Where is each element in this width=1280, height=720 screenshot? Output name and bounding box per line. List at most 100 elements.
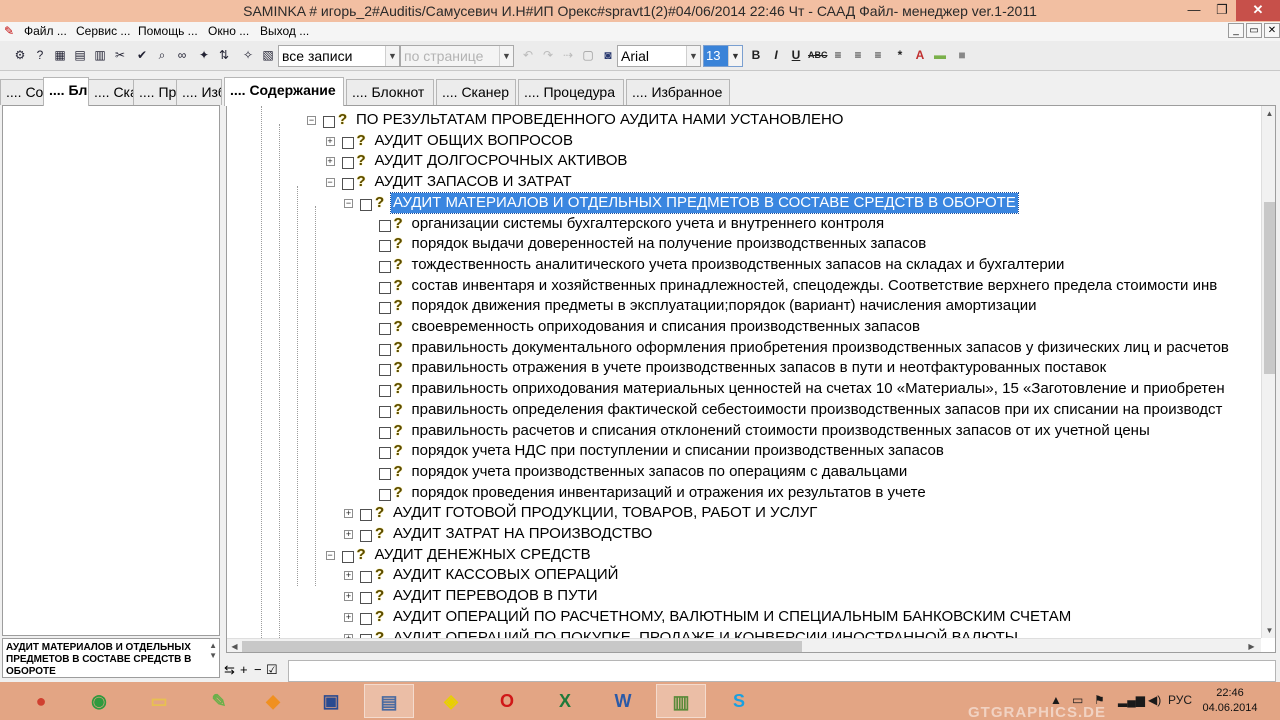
table-icon[interactable]: ▤	[72, 47, 88, 63]
link-icon[interactable]: ⇢	[560, 47, 576, 63]
toggle-tree-icon[interactable]: ⇆	[224, 662, 235, 678]
tree-node-label[interactable]: АУДИТ ЗАТРАТ НА ПРОИЗВОДСТВО	[391, 524, 654, 544]
tree-node[interactable]: +? АУДИТ ПЕРЕВОДОВ В ПУТИ	[227, 586, 1261, 606]
question-mark-icon[interactable]: ?	[357, 545, 371, 565]
tree-node[interactable]: ? правильность расчетов и списания отклон…	[227, 421, 1261, 441]
tree-node[interactable]: ? тождественность аналитического учета пр…	[227, 255, 1261, 275]
close-button[interactable]: ✕	[1236, 0, 1280, 21]
caption-scroll-down-icon[interactable]: ▼	[209, 651, 217, 660]
tree-node[interactable]: ? правильность отражения в учете производ…	[227, 358, 1261, 378]
question-mark-icon[interactable]: ?	[394, 358, 408, 378]
tree-node-checkbox[interactable]	[378, 302, 391, 315]
collapse-icon[interactable]: −	[344, 198, 353, 208]
tree-node-checkbox[interactable]	[378, 323, 391, 335]
tree-node[interactable]: +? АУДИТ ГОТОВОЙ ПРОДУКЦИИ, ТОВАРОВ, РАБО…	[227, 503, 1261, 523]
scroll-down-icon[interactable]: ▼	[1262, 623, 1275, 638]
volume-icon[interactable]: ◀)	[1148, 693, 1161, 707]
language-indicator[interactable]: РУС	[1168, 693, 1192, 707]
tree-node-label[interactable]: правильность оприходования материальных …	[410, 379, 1227, 399]
tree-node-checkbox[interactable]	[378, 447, 391, 460]
tree-node[interactable]: −? АУДИТ ДЕНЕЖНЫХ СРЕДСТВ	[227, 545, 1261, 565]
expand-icon[interactable]: +	[344, 530, 353, 539]
tree-node[interactable]: ? состав инвентаря и хозяйственных принад…	[227, 276, 1261, 296]
expand-all-button[interactable]: +	[240, 662, 248, 677]
search-icon[interactable]: ⌕	[154, 47, 170, 63]
expand-icon[interactable]: +	[344, 509, 353, 519]
tree-node-label[interactable]: правильность документального оформления …	[410, 338, 1231, 358]
align-left-button[interactable]: ≡	[830, 48, 846, 62]
left-tab-contents[interactable]: .... Со	[0, 79, 44, 105]
books-icon[interactable]: ▥	[656, 684, 706, 718]
mdi-close-button[interactable]: ✕	[1264, 23, 1280, 38]
collapse-icon[interactable]: −	[325, 178, 335, 188]
expand-icon[interactable]: +	[325, 136, 335, 146]
minimize-button[interactable]: —	[1180, 0, 1208, 21]
question-mark-icon[interactable]: ?	[394, 214, 408, 234]
left-tab-favorites[interactable]: .... Изб	[176, 79, 222, 105]
tab-scanner[interactable]: .... Сканер	[436, 79, 516, 105]
tree-node[interactable]: +? АУДИТ ОПЕРАЦИЙ ПО РАСЧЕТНОМУ, ВАЛЮТНЫМ…	[227, 607, 1261, 627]
tree-node-checkbox[interactable]	[378, 364, 391, 377]
tree-node-checkbox[interactable]	[341, 550, 354, 563]
tree-node[interactable]: ? правильность документального оформления…	[227, 338, 1261, 358]
tree-node-checkbox[interactable]	[378, 260, 391, 273]
tree-node[interactable]: ? порядок выдачи доверенностей на получен…	[227, 234, 1261, 254]
tree-node[interactable]: ? порядок учета НДС при поступлении и спи…	[227, 441, 1261, 461]
opera-icon[interactable]: O	[482, 684, 532, 718]
tree-node[interactable]: +? АУДИТ ОБЩИХ ВОПРОСОВ	[227, 131, 1261, 151]
italic-button[interactable]: I	[768, 48, 784, 62]
calculator-icon[interactable]: ▦	[52, 47, 68, 63]
strikethrough-button[interactable]: ABC	[808, 50, 828, 60]
tree-node-label[interactable]: АУДИТ ГОТОВОЙ ПРОДУКЦИИ, ТОВАРОВ, РАБОТ …	[391, 503, 819, 523]
question-mark-icon[interactable]: ?	[394, 462, 408, 482]
underline-button[interactable]: U	[788, 48, 804, 62]
tree-node-label[interactable]: АУДИТ ЗАПАСОВ И ЗАТРАТ	[373, 172, 574, 192]
tree-node-checkbox[interactable]	[378, 488, 391, 501]
check-icon[interactable]: ✔	[134, 47, 150, 63]
vertical-scrollbar[interactable]: ▲ ▼	[1261, 106, 1275, 638]
floppy-icon[interactable]: ▣	[306, 684, 356, 718]
tree-node-label[interactable]: порядок выдачи доверенностей на получени…	[410, 234, 929, 254]
tree-node[interactable]: ? правильность определения фактической се…	[227, 400, 1261, 420]
question-mark-icon[interactable]: ?	[394, 276, 408, 296]
tree-node-label[interactable]: правильность отражения в учете производс…	[410, 358, 1109, 378]
folder-icon[interactable]: ▭	[134, 684, 184, 718]
bullet-button[interactable]: *	[892, 48, 908, 62]
tree-node-label[interactable]: АУДИТ ДЕНЕЖНЫХ СРЕДСТВ	[373, 545, 593, 565]
chevron-down-icon[interactable]: ▼	[385, 46, 399, 66]
tree-node-checkbox[interactable]	[378, 240, 391, 253]
wand-icon[interactable]: ✧	[240, 47, 256, 63]
caption-scroll-up-icon[interactable]: ▲	[209, 641, 217, 650]
question-mark-icon[interactable]: ?	[375, 586, 389, 606]
tree-node[interactable]: ? правильность оприходования материальных…	[227, 379, 1261, 399]
question-mark-icon[interactable]: ?	[394, 441, 408, 461]
sort-icon[interactable]: ⇅	[216, 47, 232, 63]
word-icon[interactable]: W	[598, 684, 648, 718]
tab-notepad[interactable]: .... Блокнот	[346, 79, 434, 105]
align-right-button[interactable]: ≡	[870, 48, 886, 62]
tree-node-label[interactable]: АУДИТ ОБЩИХ ВОПРОСОВ	[373, 131, 575, 151]
tree-node-label[interactable]: правильность определения фактической себ…	[410, 400, 1225, 420]
tree-node[interactable]: −? ПО РЕЗУЛЬТАТАМ ПРОВЕДЕННОГО АУДИТА НАМ…	[227, 110, 1261, 130]
tools-icon[interactable]: ✂	[112, 47, 128, 63]
diamond-icon[interactable]: ◈	[426, 684, 476, 718]
tab-procedure[interactable]: .... Процедура	[518, 79, 624, 105]
tree-node-checkbox[interactable]	[360, 612, 372, 625]
tree-node[interactable]: ? своевременность оприходования и списани…	[227, 317, 1261, 337]
question-mark-icon[interactable]: ?	[375, 565, 389, 585]
mdi-minimize-button[interactable]: _	[1228, 23, 1244, 38]
tree-node-checkbox[interactable]	[360, 198, 372, 211]
tree-node-checkbox[interactable]	[341, 157, 354, 170]
tree-node-checkbox[interactable]	[378, 385, 391, 398]
tree-node-checkbox[interactable]	[378, 343, 391, 356]
expand-icon[interactable]: +	[344, 571, 353, 581]
collapse-icon[interactable]: −	[325, 550, 335, 560]
tree-node[interactable]: +? АУДИТ ДОЛГОСРОЧНЫХ АКТИВОВ	[227, 151, 1261, 171]
collapse-icon[interactable]: −	[307, 116, 316, 125]
horizontal-scrollbar[interactable]: ◀ ▶	[227, 638, 1261, 652]
left-tab-procedure[interactable]: .... Про	[133, 79, 177, 105]
check-all-button[interactable]: ☑	[266, 662, 278, 678]
tree-node-label[interactable]: порядок движения предметы в эксплуатации…	[410, 296, 1039, 316]
contents-tree[interactable]: −? ПО РЕЗУЛЬТАТАМ ПРОВЕДЕННОГО АУДИТА НАМ…	[226, 105, 1276, 653]
tree-node-label[interactable]: ПО РЕЗУЛЬТАТАМ ПРОВЕДЕННОГО АУДИТА НАМИ …	[354, 110, 845, 130]
